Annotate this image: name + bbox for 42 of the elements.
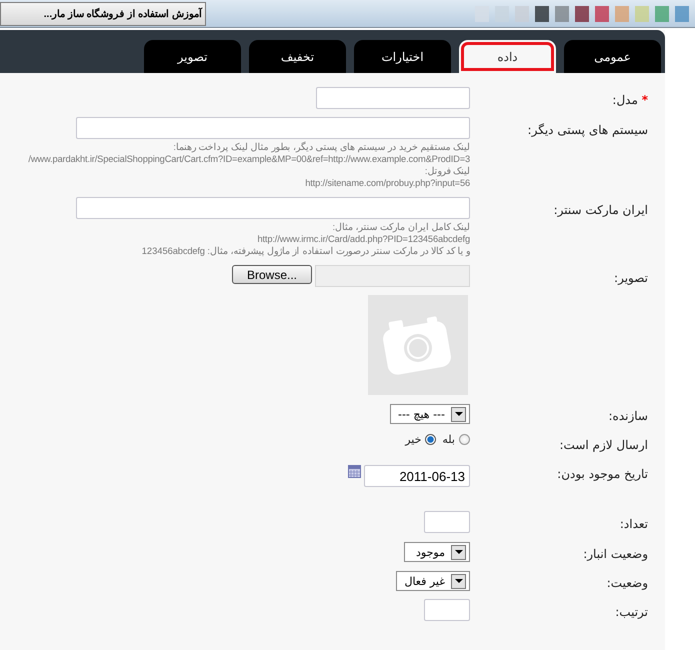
field-label: ترتیب: [615, 605, 648, 619]
field-label: تعداد: [620, 517, 648, 531]
required-asterisk: * [642, 93, 648, 107]
field-label: وضعیت: [606, 576, 648, 590]
dropdown[interactable]: --- هیچ --- [390, 404, 470, 424]
radio-label: خیر [405, 433, 422, 446]
text-field[interactable] [316, 87, 470, 109]
file-path-field[interactable] [315, 265, 470, 287]
tab[interactable]: داده [459, 40, 556, 73]
field-label: وضعیت انبار: [583, 547, 648, 561]
hint-text: و یا کد کالا در مارکت سنتر درصورت استفاده از ماژول پیشرفته، مثال: 123456abcdefg [142, 245, 470, 257]
field-label: ایران مارکت سنتر: [554, 203, 648, 217]
tab[interactable]: اختیارات [354, 40, 451, 73]
hint-text: لینک فروتل: [424, 165, 470, 177]
radio-button[interactable] [425, 434, 436, 445]
dropdown[interactable]: موجود [404, 542, 470, 562]
hint-text: http://sitename.com/probuy.php?input=56 [305, 177, 470, 189]
tab[interactable]: تصویر [144, 40, 241, 73]
hint-text: لینک کامل ایران مارکت سنتر، مثال: [332, 221, 470, 233]
tab[interactable]: عمومی [564, 40, 661, 73]
field-label: سازنده: [608, 409, 648, 423]
field-label: سیستم های پستی دیگر: [528, 123, 648, 137]
hint-text: لینک مستقیم خرید در سیستم های پستی دیگر، بطور مثال لینک پرداخت رهنما: [173, 141, 470, 153]
text-field[interactable] [424, 599, 470, 621]
radio-label: بله [442, 433, 455, 446]
text-field[interactable] [424, 511, 470, 533]
dropdown[interactable]: غیر فعال [396, 571, 470, 591]
window-button[interactable]: آموزش استفاده از فروشگاه ساز مار... [0, 2, 206, 26]
browse-button[interactable]: Browse... [232, 265, 312, 284]
field-label: * مدل: [612, 93, 648, 107]
hint-text: http://www.irmc.ir/Card/add.php?PID=123456abcdefg [257, 233, 470, 245]
radio-button[interactable] [459, 434, 470, 445]
field-label: ارسال لازم است: [560, 438, 648, 452]
tab[interactable]: تخفیف [249, 40, 346, 73]
date-field[interactable]: 2011-06-13 [364, 465, 470, 487]
text-field[interactable] [76, 117, 470, 139]
field-label: تصویر: [614, 271, 648, 285]
text-field[interactable] [76, 197, 470, 219]
calendar-icon[interactable] [348, 465, 361, 478]
camera-icon [383, 315, 453, 375]
hint-text: /www.pardakht.ir/SpecialShoppingCart/Cart.cfm?ID=example&MP=00&ref=http://www.example.com&ProdID=3 [28, 153, 470, 165]
field-label: تاریخ موجود بودن: [557, 467, 648, 481]
